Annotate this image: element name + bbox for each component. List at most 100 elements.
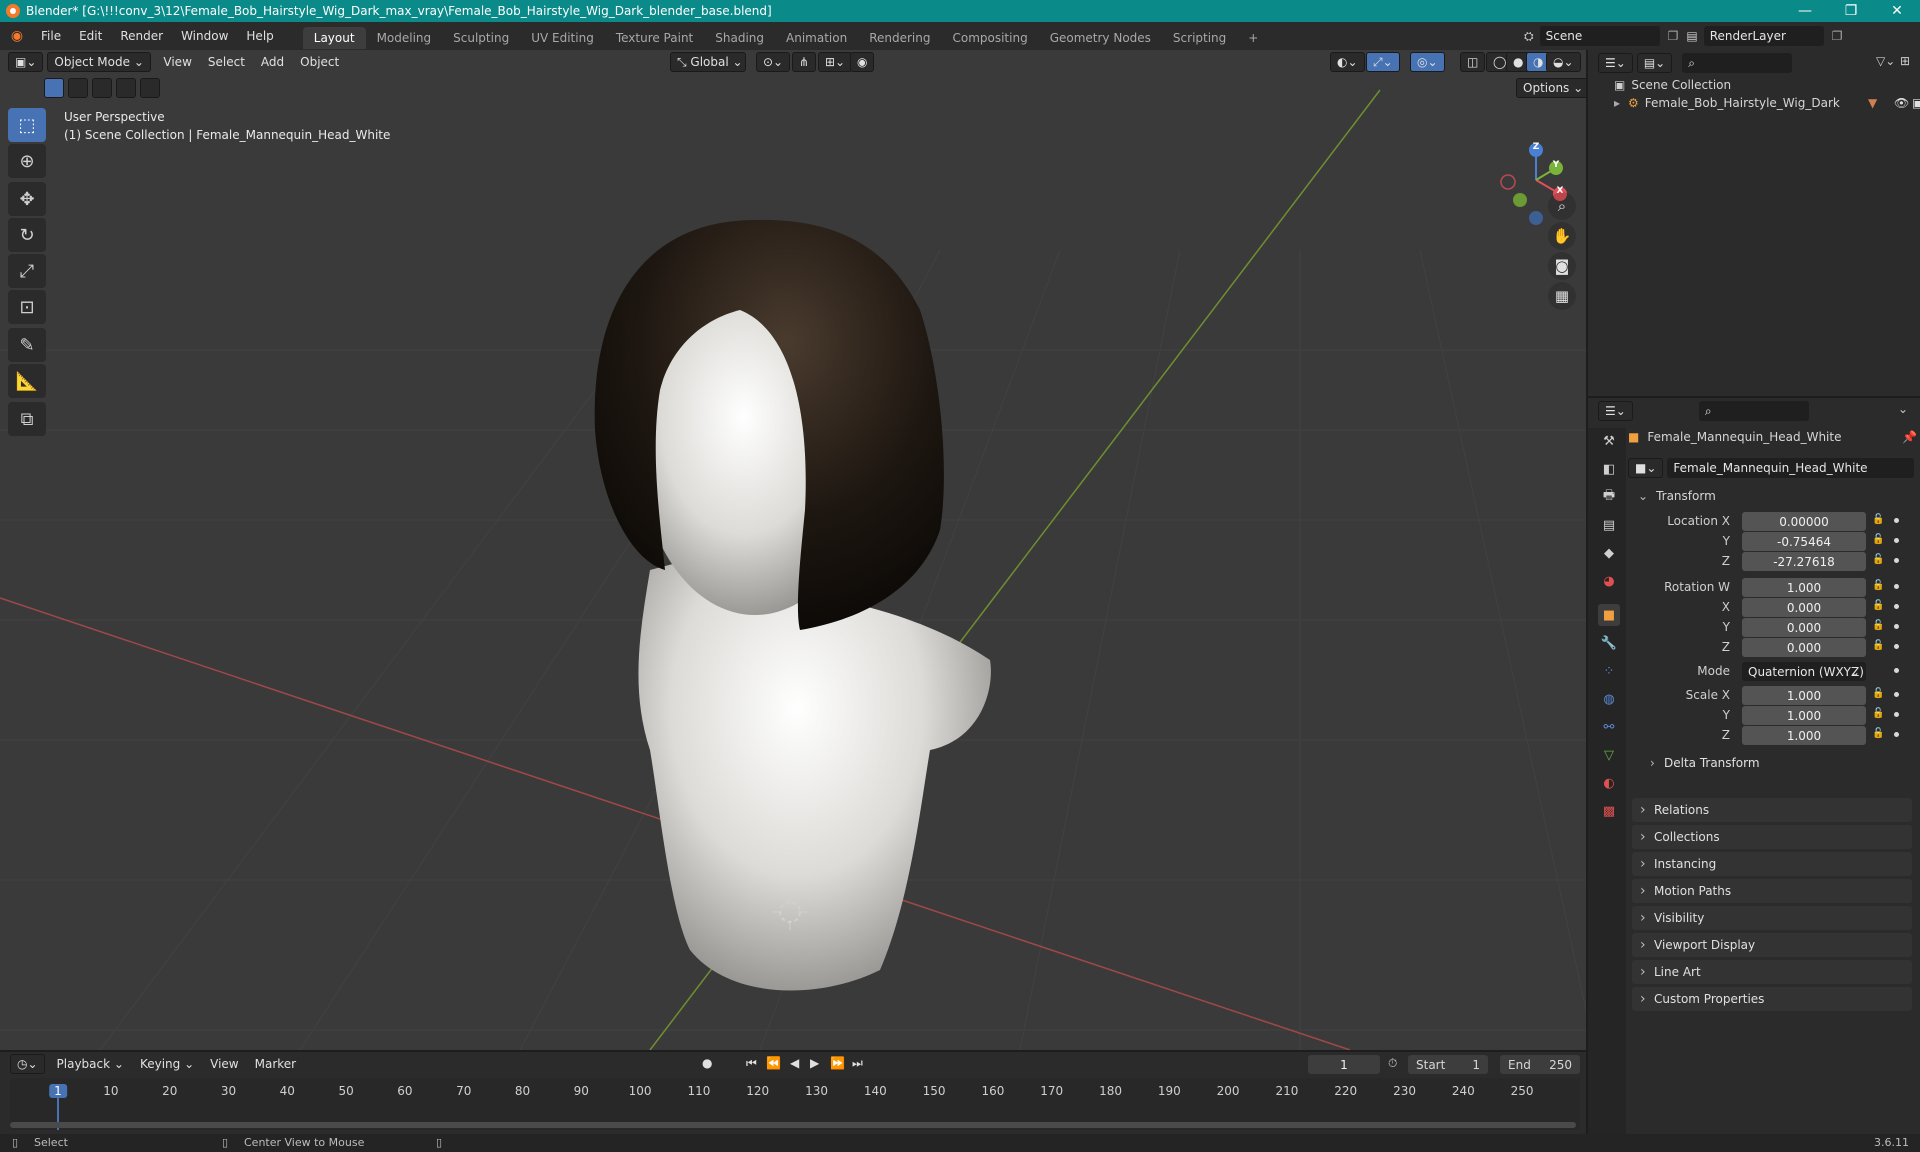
timeline-editor-type-icon[interactable]: ◷⌄ <box>10 1054 45 1074</box>
select-extend-icon[interactable] <box>68 78 88 98</box>
section-collections[interactable]: Collections <box>1632 825 1912 849</box>
measure-icon[interactable]: 📐 <box>8 364 46 398</box>
rotate-icon[interactable]: ↻ <box>8 218 46 252</box>
tab-shading[interactable]: Shading <box>704 27 775 49</box>
start-frame-field[interactable]: Start 1 <box>1408 1055 1488 1074</box>
lock-icon[interactable]: 🔓 <box>1872 640 1884 652</box>
annotate-icon[interactable]: ✎ <box>8 328 46 362</box>
keyframe-dot-icon[interactable] <box>1894 732 1899 737</box>
section-line-art[interactable]: Line Art <box>1632 960 1912 984</box>
new-collection-icon[interactable]: ⊞ <box>1900 54 1910 68</box>
record-icon[interactable]: ● <box>702 1056 712 1070</box>
tab-modeling[interactable]: Modeling <box>366 27 443 49</box>
lock-icon[interactable]: 🔓 <box>1872 534 1884 546</box>
proportional-edit-icon[interactable]: ◉ <box>850 52 875 72</box>
tab-uv-editing[interactable]: UV Editing <box>520 27 605 49</box>
render-layer-selector[interactable]: RenderLayer <box>1703 26 1824 46</box>
rendered-shading-icon[interactable]: ◒⌄ <box>1546 52 1581 72</box>
visibility-icon[interactable]: ◐⌄ <box>1330 52 1365 72</box>
pivot-point-icon[interactable]: ⊙⌄ <box>756 52 791 72</box>
props-options-icon[interactable]: ⌄ <box>1898 402 1908 416</box>
play-reverse-icon[interactable]: ◀ <box>790 1056 799 1070</box>
menu-object[interactable]: Object <box>292 55 347 69</box>
prev-keyframe-icon[interactable]: ⏪ <box>766 1056 781 1070</box>
jump-end-icon[interactable]: ⏭ <box>852 1056 863 1071</box>
clock-icon[interactable]: ⏱ <box>1388 1056 1397 1071</box>
add-cube-icon[interactable]: ⧉ <box>8 402 46 436</box>
editor-type-icon[interactable]: ▣⌄ <box>8 52 44 72</box>
keyframe-dot-icon[interactable] <box>1894 604 1899 609</box>
select-invert-icon[interactable] <box>116 78 136 98</box>
camera-render-icon[interactable]: ▣ <box>1912 96 1920 110</box>
keyframe-dot-icon[interactable] <box>1894 644 1899 649</box>
render-layer-icon[interactable]: ▤ <box>1686 29 1697 43</box>
keyframe-dot-icon[interactable] <box>1894 692 1899 697</box>
render-tab-icon[interactable]: ◧ <box>1598 458 1620 480</box>
section-custom-properties[interactable]: Custom Properties <box>1632 987 1912 1011</box>
lock-icon[interactable]: 🔓 <box>1872 728 1884 740</box>
object-browse-icon[interactable]: ■⌄ <box>1628 458 1664 478</box>
keyframe-dot-icon[interactable] <box>1894 558 1899 563</box>
section-instancing[interactable]: Instancing <box>1632 852 1912 876</box>
outliner-editor-type-icon[interactable]: ☰⌄ <box>1598 53 1633 73</box>
props-search-input[interactable]: ⌕ <box>1698 401 1809 421</box>
delta-transform-header[interactable]: › Delta Transform <box>1644 752 1914 774</box>
tab-sculpting[interactable]: Sculpting <box>442 27 520 49</box>
lock-icon[interactable]: 🔓 <box>1872 708 1884 720</box>
menu-file[interactable]: File <box>32 22 70 50</box>
pin-icon[interactable]: 📌 <box>1902 430 1917 444</box>
menu-add[interactable]: Add <box>253 55 292 69</box>
camera-view-icon[interactable]: ◙ <box>1548 252 1576 280</box>
eye-icon[interactable]: 👁 <box>1894 96 1909 110</box>
new-scene-icon[interactable]: ❐ <box>1668 29 1679 43</box>
lock-icon[interactable]: 🔓 <box>1872 514 1884 526</box>
location-y-field[interactable]: -0.75464 <box>1742 532 1866 551</box>
play-icon[interactable]: ▶ <box>810 1056 819 1070</box>
xray-icon[interactable]: ◫ <box>1460 52 1486 72</box>
keyframe-dot-icon[interactable] <box>1894 624 1899 629</box>
lock-icon[interactable]: 🔓 <box>1872 600 1884 612</box>
snap-icon[interactable]: ⋔ <box>792 52 817 72</box>
rotation-w-field[interactable]: 1.000 <box>1742 578 1866 597</box>
lock-icon[interactable]: 🔓 <box>1872 688 1884 700</box>
menu-render[interactable]: Render <box>111 22 172 50</box>
menu-view[interactable]: View <box>155 55 199 69</box>
expand-arrow-icon[interactable]: ▸ <box>1614 96 1620 110</box>
menu-window[interactable]: Window <box>172 22 237 50</box>
pan-hand-icon[interactable]: ✋ <box>1548 222 1576 250</box>
tab-scripting[interactable]: Scripting <box>1162 27 1237 49</box>
menu-help[interactable]: Help <box>237 22 282 50</box>
section-motion-paths[interactable]: Motion Paths <box>1632 879 1912 903</box>
tab-geometry-nodes[interactable]: Geometry Nodes <box>1039 27 1162 49</box>
display-mode-icon[interactable]: ▤⌄ <box>1636 53 1673 73</box>
transform-header[interactable]: ⌄ Transform <box>1628 484 1914 508</box>
add-workspace-button[interactable]: + <box>1237 27 1269 49</box>
keyframe-dot-icon[interactable] <box>1894 584 1899 589</box>
output-tab-icon[interactable]: 🖶 <box>1598 486 1620 508</box>
ortho-grid-icon[interactable]: ▦ <box>1548 282 1576 310</box>
gizmo-toggle-icon[interactable]: ⤢⌄ <box>1366 52 1400 72</box>
outliner-item-scene-collection[interactable]: ▣ Scene Collection <box>1614 78 1731 92</box>
menu-select[interactable]: Select <box>200 55 253 69</box>
keyframe-dot-icon[interactable] <box>1894 668 1899 673</box>
props-editor-type-icon[interactable]: ☰⌄ <box>1598 401 1633 421</box>
mode-dropdown[interactable]: Object Mode ⌄ <box>47 52 152 72</box>
tab-compositing[interactable]: Compositing <box>941 27 1038 49</box>
next-keyframe-icon[interactable]: ⏩ <box>830 1056 845 1070</box>
transform-orientation-dropdown[interactable]: ⤡ Global ⌄ <box>670 52 746 72</box>
lock-icon[interactable]: 🔓 <box>1872 620 1884 632</box>
zoom-icon[interactable]: ⌕ <box>1548 192 1576 220</box>
lock-icon[interactable]: 🔓 <box>1872 580 1884 592</box>
tab-texture-paint[interactable]: Texture Paint <box>605 27 704 49</box>
jump-start-icon[interactable]: ⏮ <box>746 1056 757 1071</box>
cursor-icon[interactable]: ⊕ <box>8 144 46 178</box>
close-button[interactable]: ✕ <box>1874 0 1920 22</box>
select-box-icon[interactable]: ⬚ <box>8 108 46 142</box>
3d-viewport[interactable]: Z Y X User Perspective (1) Scene Collect… <box>0 50 1586 1050</box>
scale-icon[interactable]: ⤢ <box>8 254 46 288</box>
transform-icon[interactable]: ⊡ <box>8 290 46 324</box>
location-x-field[interactable]: 0.00000 <box>1742 512 1866 531</box>
outliner-search-input[interactable]: ⌕ <box>1682 53 1793 73</box>
tab-rendering[interactable]: Rendering <box>858 27 941 49</box>
new-render-layer-icon[interactable]: ❐ <box>1832 29 1843 43</box>
